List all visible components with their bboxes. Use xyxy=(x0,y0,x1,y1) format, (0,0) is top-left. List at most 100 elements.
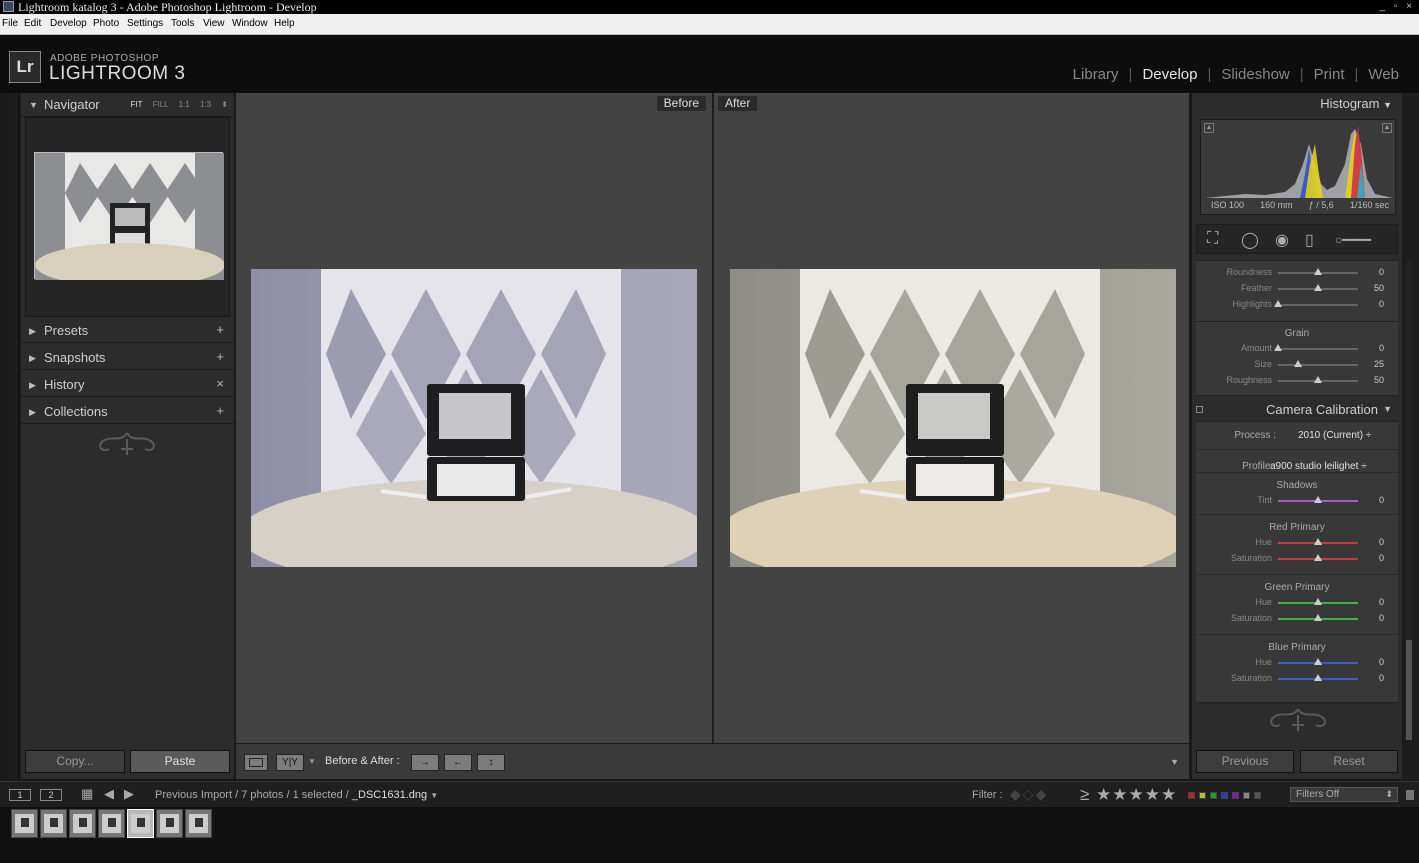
add-collection-icon[interactable]: + xyxy=(216,403,224,418)
rating-filter[interactable]: ≥ ★★★★★ xyxy=(1080,785,1177,805)
grain-roughness-value[interactable]: 50 xyxy=(1374,375,1384,385)
shadows-tint-slider-row[interactable]: Tint 0 xyxy=(1196,494,1398,508)
grain-size-slider-track[interactable] xyxy=(1278,364,1358,366)
grain-amount-slider-track[interactable] xyxy=(1278,348,1358,350)
filter-preset-select[interactable]: Filters Off ⬍ xyxy=(1290,787,1398,802)
green-primary-hue-value[interactable]: 0 xyxy=(1379,597,1384,607)
collections-header[interactable]: ▶ Collections + xyxy=(21,400,234,424)
filter-lock-icon[interactable] xyxy=(1406,790,1414,800)
grain-size-slider-thumb[interactable] xyxy=(1294,360,1302,367)
navigator-preview[interactable] xyxy=(25,117,230,317)
red-eye-icon[interactable]: ◉ xyxy=(1275,230,1289,250)
module-print[interactable]: Print xyxy=(1314,66,1345,83)
histogram-header[interactable]: Histogram ▼ xyxy=(1320,96,1392,111)
color-label-chip[interactable] xyxy=(1210,792,1217,799)
blue-primary-hue-slider-row[interactable]: Hue 0 xyxy=(1196,656,1398,670)
add-preset-icon[interactable]: + xyxy=(216,322,224,337)
filmstrip-thumbnail[interactable] xyxy=(127,809,154,838)
zoom-1-1[interactable]: 1:1 xyxy=(179,100,190,109)
module-library[interactable]: Library xyxy=(1073,66,1119,83)
process-row[interactable]: Process : 2010 (Current) ÷ xyxy=(1196,428,1398,444)
presets-header[interactable]: ▶ Presets + xyxy=(21,319,234,343)
main-window-button[interactable]: 1 xyxy=(9,789,31,801)
back-arrow-icon[interactable]: ◀ xyxy=(104,786,114,802)
grain-amount-value[interactable]: 0 xyxy=(1379,343,1384,353)
menu-tools[interactable]: Tools xyxy=(171,18,194,29)
left-panel-collapse-handle[interactable] xyxy=(9,93,19,779)
copy-settings-button[interactable]: Copy... xyxy=(25,750,125,773)
red-primary-saturation-slider-row[interactable]: Saturation 0 xyxy=(1196,552,1398,566)
toolbar-options-icon[interactable]: ▼ xyxy=(1170,757,1179,767)
grain-amount-slider-thumb[interactable] xyxy=(1274,344,1282,351)
after-pane[interactable]: After xyxy=(714,93,1189,743)
color-label-chip[interactable] xyxy=(1254,792,1261,799)
menu-window[interactable]: Window xyxy=(232,18,268,29)
snapshots-header[interactable]: ▶ Snapshots + xyxy=(21,346,234,370)
crop-icon[interactable]: ⛶ xyxy=(1207,230,1218,248)
before-photo[interactable] xyxy=(251,269,697,567)
filmstrip-thumbnail[interactable] xyxy=(185,809,212,838)
vignette-roundness-slider-thumb[interactable] xyxy=(1314,268,1322,275)
menu-view[interactable]: View xyxy=(203,18,225,29)
camera-calibration-header[interactable]: Camera Calibration ▼ xyxy=(1192,397,1402,421)
menu-photo[interactable]: Photo xyxy=(93,18,119,29)
grain-amount-slider-row[interactable]: Amount 0 xyxy=(1196,342,1398,356)
swap-before-after-button[interactable]: ↕ xyxy=(477,754,505,771)
blue-primary-saturation-value[interactable]: 0 xyxy=(1379,673,1384,683)
grain-roughness-slider-row[interactable]: Roughness 50 xyxy=(1196,374,1398,388)
filmstrip-thumbnail[interactable] xyxy=(98,809,125,838)
color-label-chip[interactable] xyxy=(1243,792,1250,799)
module-slideshow[interactable]: Slideshow xyxy=(1221,66,1289,83)
green-primary-saturation-slider-thumb[interactable] xyxy=(1314,614,1322,621)
profile-value[interactable]: a900 studio leilighet ÷ xyxy=(1270,461,1367,472)
panel-toggle-icon[interactable] xyxy=(1196,406,1203,413)
view-mode-dropdown-icon[interactable]: ▼ xyxy=(308,757,316,766)
blue-primary-saturation-slider-row[interactable]: Saturation 0 xyxy=(1196,672,1398,686)
zoom-1-3[interactable]: 1:3 xyxy=(200,100,211,109)
menu-settings[interactable]: Settings xyxy=(127,18,163,29)
green-primary-hue-slider-row[interactable]: Hue 0 xyxy=(1196,596,1398,610)
after-photo[interactable] xyxy=(730,269,1176,567)
histogram[interactable]: ▲ ▲ ISO 100 160 mm ƒ / 5,6 1/160 sec xyxy=(1200,119,1396,215)
source-path[interactable]: Previous Import / 7 photos / 1 selected … xyxy=(155,789,438,801)
grain-size-slider-row[interactable]: Size 25 xyxy=(1196,358,1398,372)
copy-before-to-after-button[interactable]: → xyxy=(411,754,439,771)
vignette-roundness-value[interactable]: 0 xyxy=(1379,267,1384,277)
process-value[interactable]: 2010 (Current) ÷ xyxy=(1298,430,1371,441)
vignette-highlights-slider-thumb[interactable] xyxy=(1274,300,1282,307)
filmstrip-thumbnail[interactable] xyxy=(69,809,96,838)
forward-arrow-icon[interactable]: ▶ xyxy=(124,786,134,802)
vignette-highlights-slider-track[interactable] xyxy=(1278,304,1358,306)
vignette-feather-slider-thumb[interactable] xyxy=(1314,284,1322,291)
red-primary-saturation-value[interactable]: 0 xyxy=(1379,553,1384,563)
navigator-thumbnail[interactable] xyxy=(34,152,225,287)
filmstrip-thumbnail[interactable] xyxy=(156,809,183,838)
spot-removal-icon[interactable]: ◯ xyxy=(1241,230,1259,250)
red-primary-hue-slider-thumb[interactable] xyxy=(1314,538,1322,545)
paste-settings-button[interactable]: Paste xyxy=(130,750,230,773)
before-after-view-button[interactable]: Y|Y xyxy=(276,754,304,771)
grain-size-value[interactable]: 25 xyxy=(1374,359,1384,369)
grid-view-icon[interactable]: ▦ xyxy=(81,786,93,802)
menu-edit[interactable]: Edit xyxy=(24,18,41,29)
red-primary-saturation-slider-thumb[interactable] xyxy=(1314,554,1322,561)
right-panel-scroll-thumb[interactable] xyxy=(1406,640,1412,740)
red-primary-hue-value[interactable]: 0 xyxy=(1379,537,1384,547)
menu-help[interactable]: Help xyxy=(274,18,295,29)
reset-button[interactable]: Reset xyxy=(1300,750,1398,773)
module-develop[interactable]: Develop xyxy=(1142,66,1197,83)
adjustment-brush-icon[interactable]: ○━━━━ xyxy=(1335,233,1371,247)
graduated-filter-icon[interactable]: ▯ xyxy=(1305,230,1314,250)
green-primary-hue-slider-thumb[interactable] xyxy=(1314,598,1322,605)
flag-filter-icons[interactable]: ◆◇◆ xyxy=(1010,786,1048,803)
vignette-feather-value[interactable]: 50 xyxy=(1374,283,1384,293)
vignette-roundness-slider-row[interactable]: Roundness 0 xyxy=(1196,266,1398,280)
blue-primary-hue-value[interactable]: 0 xyxy=(1379,657,1384,667)
zoom-fit[interactable]: FIT xyxy=(131,100,143,109)
blue-primary-hue-slider-thumb[interactable] xyxy=(1314,658,1322,665)
add-snapshot-icon[interactable]: + xyxy=(216,349,224,364)
second-window-button[interactable]: 2 xyxy=(40,789,62,801)
filmstrip-thumbnail[interactable] xyxy=(11,809,38,838)
blue-primary-saturation-slider-thumb[interactable] xyxy=(1314,674,1322,681)
green-primary-saturation-slider-row[interactable]: Saturation 0 xyxy=(1196,612,1398,626)
